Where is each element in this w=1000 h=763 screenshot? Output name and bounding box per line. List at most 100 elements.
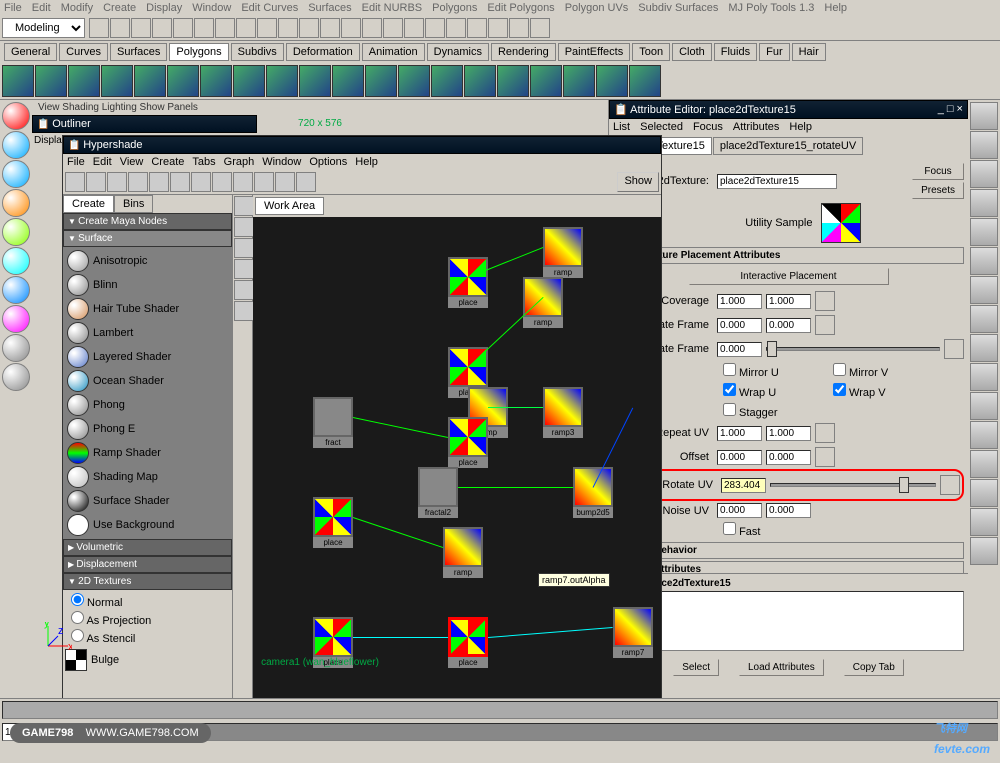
section-displacement[interactable]: Displacement [63,556,232,573]
hyper-tool-icon[interactable] [254,172,274,192]
node-fractal2[interactable]: fractal2 [418,467,458,518]
shelf-tab-cloth[interactable]: Cloth [672,43,712,61]
tab-create[interactable]: Create [63,195,114,213]
shelf-icon[interactable] [2,65,34,97]
hyper-menu-view[interactable]: View [120,156,144,168]
section-2d-textures[interactable]: 2D Textures [63,573,232,590]
shelf-tab-animation[interactable]: Animation [362,43,425,61]
presets-button[interactable]: Presets [912,182,964,199]
channel-tool[interactable] [970,218,998,246]
menu-polygon-uvs[interactable]: Polygon UVs [565,2,629,14]
work-area[interactable]: Work Area rampplacerampplaceramp3rampfra… [253,195,661,705]
status-icon[interactable] [131,18,151,38]
hyper-tool-icon[interactable] [128,172,148,192]
check-stagger[interactable]: Stagger [723,403,813,419]
shelf-tab-general[interactable]: General [4,43,57,61]
status-icon[interactable] [299,18,319,38]
shelf-icon[interactable] [530,65,562,97]
channel-box-toolbar[interactable] [968,100,1000,680]
tool-button[interactable] [2,247,30,275]
status-icon[interactable] [236,18,256,38]
map-button-icon[interactable] [940,475,960,495]
shelf-tab-fur[interactable]: Fur [759,43,790,61]
hyper-side-tool[interactable] [234,238,254,258]
section-volumetric[interactable]: Volumetric [63,539,232,556]
hypershade-panel[interactable]: 📋 Hypershade FileEditViewCreateTabsGraph… [62,135,662,705]
menu-display[interactable]: Display [146,2,182,14]
node-ramp[interactable]: ramp [443,527,483,578]
status-icon[interactable] [278,18,298,38]
status-icon[interactable] [194,18,214,38]
status-icon[interactable] [404,18,424,38]
shader-blinn[interactable]: Blinn [65,273,230,297]
texture-mode-radios[interactable]: Normal As Projection As Stencil [63,590,232,648]
shelf-icon[interactable] [365,65,397,97]
shelf-icons[interactable] [0,63,1000,100]
hyper-tool-icon[interactable] [86,172,106,192]
section-node-behavior[interactable]: Node Behavior [613,542,964,559]
channel-tool[interactable] [970,189,998,217]
node-place[interactable]: place [448,257,488,308]
rotate-uv-input[interactable] [721,478,766,493]
hyper-tool-icon[interactable] [191,172,211,192]
shader-ramp-shader[interactable]: Ramp Shader [65,441,230,465]
map-icon[interactable] [944,339,964,359]
status-icon[interactable] [341,18,361,38]
hyper-side-tool[interactable] [234,280,254,300]
channel-tool[interactable] [970,276,998,304]
status-icon[interactable] [362,18,382,38]
node-place[interactable]: place [448,417,488,468]
menu-edit-curves[interactable]: Edit Curves [241,2,298,14]
tool-button[interactable] [2,160,30,188]
shelf-icon[interactable] [233,65,265,97]
node-bump2d5[interactable]: bump2d5 [573,467,613,518]
node-place[interactable]: place [448,617,488,668]
menu-create[interactable]: Create [103,2,136,14]
hyper-tool-icon[interactable] [149,172,169,192]
tool-button[interactable] [2,102,30,130]
section-2d-placement[interactable]: 2d Texture Placement Attributes [613,247,964,264]
status-icon[interactable] [383,18,403,38]
toolbox[interactable] [0,100,32,680]
interactive-placement-button[interactable]: Interactive Placement [689,268,889,285]
time-slider[interactable] [2,701,998,719]
range-bar[interactable] [110,723,998,741]
shader-phong[interactable]: Phong [65,393,230,417]
shelf-icon[interactable] [464,65,496,97]
noise-uv-u-input[interactable] [717,503,762,518]
shader-hair-tube-shader[interactable]: Hair Tube Shader [65,297,230,321]
node-ramp7[interactable]: ramp7 [613,607,653,658]
hyper-tool-icon[interactable] [212,172,232,192]
menu-mj-poly-tools-1.3[interactable]: MJ Poly Tools 1.3 [728,2,814,14]
hyper-tool-icon[interactable] [296,172,316,192]
channel-tool[interactable] [970,537,998,565]
status-icon[interactable] [215,18,235,38]
channel-tool[interactable] [970,160,998,188]
channel-tool[interactable] [970,392,998,420]
channel-tool[interactable] [970,334,998,362]
attr-menu-focus[interactable]: Focus [693,121,723,133]
status-icon[interactable] [257,18,277,38]
shelf-tab-polygons[interactable]: Polygons [169,43,228,61]
notes-textarea[interactable] [613,591,964,651]
menu-surfaces[interactable]: Surfaces [308,2,351,14]
shelf-icon[interactable] [35,65,67,97]
status-icon[interactable] [425,18,445,38]
hyper-side-tool[interactable] [234,301,254,321]
check-mirror-u[interactable]: Mirror U [723,363,813,379]
shelf-icon[interactable] [266,65,298,97]
channel-tool[interactable] [970,305,998,333]
shelf-tabs[interactable]: GeneralCurvesSurfacesPolygonsSubdivsDefo… [0,41,1000,63]
viewport-menu[interactable]: View Shading Lighting Show Panels [32,100,608,115]
node-place[interactable]: place [313,497,353,548]
hyper-side-tool[interactable] [234,196,254,216]
shader-anisotropic[interactable]: Anisotropic [65,249,230,273]
map-icon[interactable] [815,447,835,467]
shelf-icon[interactable] [332,65,364,97]
shelf-icon[interactable] [101,65,133,97]
menu-subdiv-surfaces[interactable]: Subdiv Surfaces [638,2,718,14]
tool-button[interactable] [2,334,30,362]
channel-tool[interactable] [970,131,998,159]
channel-tool[interactable] [970,363,998,391]
select-button[interactable]: Select [673,659,719,676]
